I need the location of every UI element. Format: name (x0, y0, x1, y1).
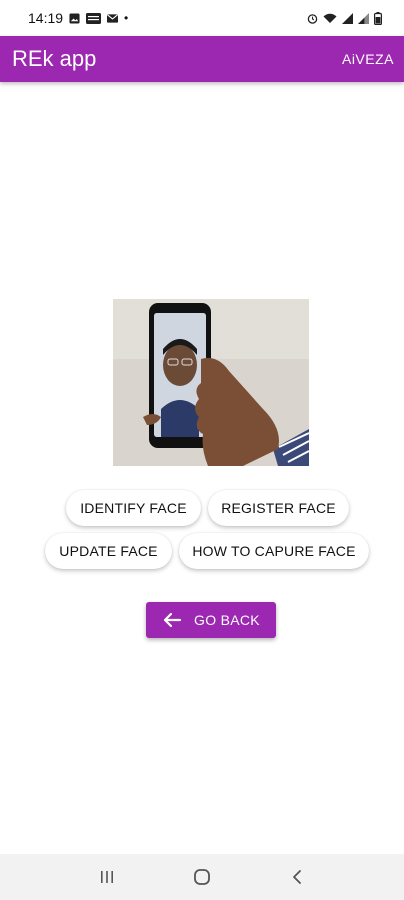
system-nav-bar (0, 854, 404, 900)
recents-button[interactable] (96, 866, 118, 888)
identify-face-button[interactable]: IDENTIFY FACE (66, 490, 201, 526)
arrow-left-icon (163, 612, 182, 628)
mail-icon (107, 13, 119, 23)
back-icon (292, 870, 301, 884)
register-face-button[interactable]: REGISTER FACE (208, 490, 349, 526)
status-right (307, 11, 382, 25)
update-face-button[interactable]: UPDATE FACE (45, 533, 172, 569)
app-screen: 14:19 • REk app AiVEZA IDENTIFY FACE REG… (0, 0, 404, 900)
how-to-capture-face-button[interactable]: HOW TO CAPURE FACE (179, 533, 369, 569)
status-bar: 14:19 • (0, 0, 404, 36)
home-icon (194, 869, 210, 885)
news-icon (86, 12, 102, 24)
phone-in-hand-illustration (113, 299, 309, 466)
home-button[interactable] (191, 866, 213, 888)
app-title: REk app (12, 46, 97, 71)
alarm-icon (307, 13, 318, 24)
status-left: 14:19 • (28, 10, 128, 26)
app-bar: REk app AiVEZA (0, 36, 404, 82)
go-back-label: GO BACK (194, 612, 260, 628)
wifi-icon (323, 13, 337, 23)
back-button[interactable] (286, 866, 308, 888)
battery-icon (374, 11, 382, 25)
go-back-button[interactable]: GO BACK (146, 602, 276, 638)
status-dot: • (124, 11, 129, 25)
gallery-icon (69, 12, 80, 24)
face-capture-photo (113, 299, 309, 466)
signal-icon-2 (358, 12, 369, 24)
recents-icon (101, 871, 114, 883)
aiveza-action[interactable]: AiVEZA (342, 51, 394, 67)
status-time: 14:19 (28, 10, 64, 26)
signal-icon (342, 12, 353, 24)
